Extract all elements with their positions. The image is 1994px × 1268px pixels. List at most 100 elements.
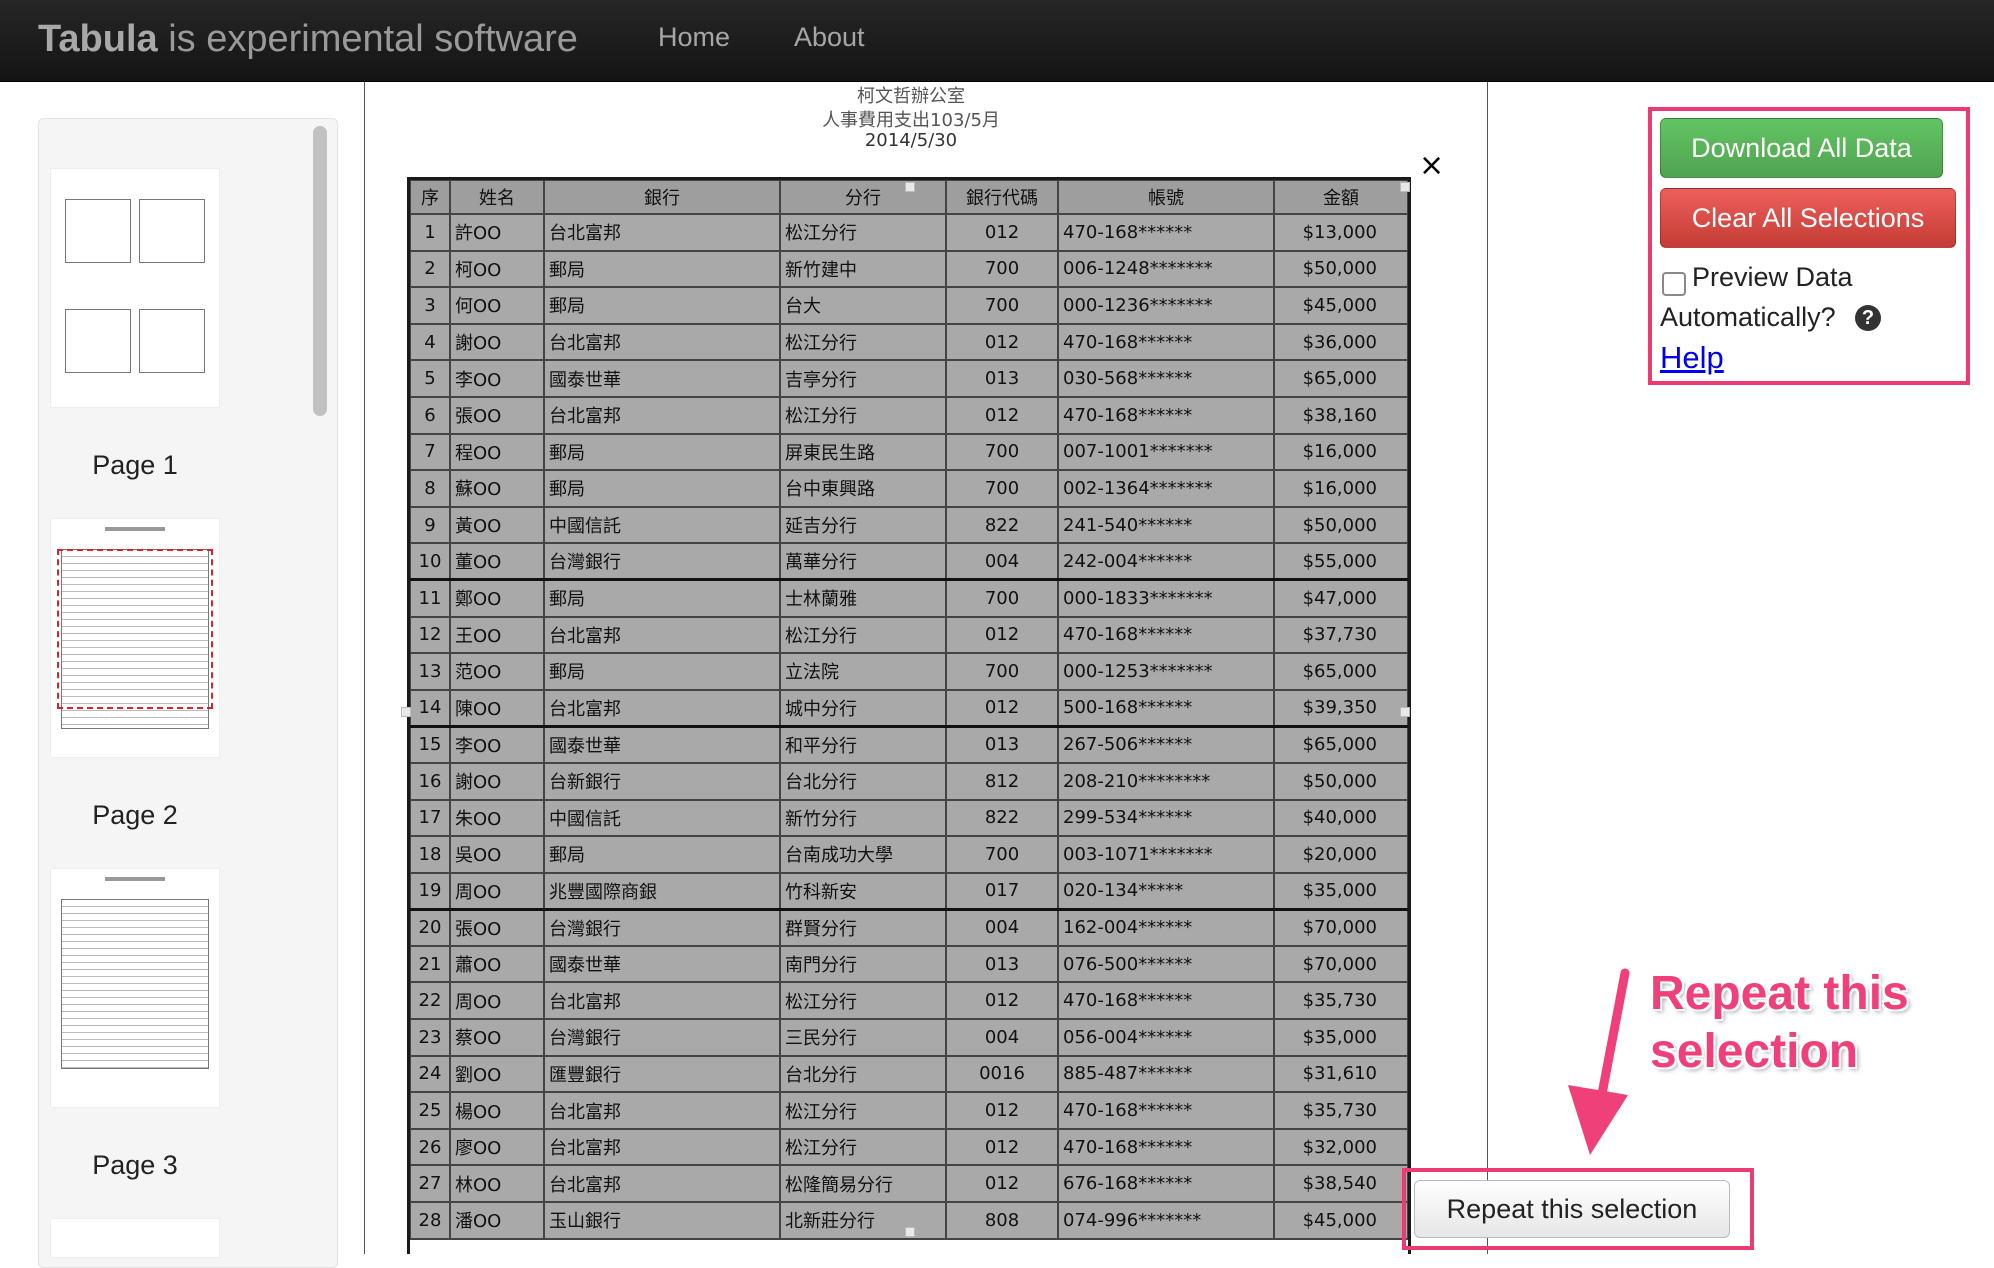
cell-amount: $50,000 — [1273, 761, 1409, 801]
document-view[interactable]: 柯文哲辦公室 人事費用支出103/5月 2014/5/30 × 序 姓名 銀行 … — [364, 82, 1488, 1254]
nav-home-link[interactable]: Home — [658, 22, 730, 53]
cell-name: 張OO — [449, 395, 545, 435]
resize-handle[interactable] — [905, 182, 915, 192]
cell-branch: 松江分行 — [779, 1127, 947, 1167]
cell-bank: 台北富邦 — [543, 1127, 781, 1167]
page-2-thumbnail[interactable] — [50, 518, 220, 758]
resize-handle[interactable] — [401, 707, 411, 717]
cell-branch: 萬華分行 — [779, 542, 947, 581]
cell-branch: 新竹建中 — [779, 249, 947, 289]
column-header: 序 — [409, 179, 451, 215]
cell-index: 5 — [409, 359, 451, 398]
annotation-callout: Repeat this selection — [1650, 965, 1909, 1081]
cell-bank: 玉山銀行 — [543, 1201, 781, 1240]
cell-index: 13 — [409, 652, 451, 691]
cell-bank: 台北富邦 — [543, 1091, 781, 1130]
cell-branch: 延吉分行 — [779, 505, 947, 545]
brand-bold: Tabula — [38, 18, 158, 60]
cell-index: 27 — [409, 1164, 451, 1204]
cell-name: 楊OO — [449, 1091, 545, 1130]
cell-bank: 中國信託 — [543, 798, 781, 838]
cell-account: 000-1253******* — [1057, 652, 1275, 691]
cell-index: 20 — [409, 907, 451, 947]
cell-index: 4 — [409, 322, 451, 362]
page-1-thumbnail[interactable] — [50, 168, 220, 408]
cell-bank-code: 013 — [945, 724, 1059, 764]
cell-index: 23 — [409, 1018, 451, 1057]
arrow-down-icon — [1568, 968, 1630, 1155]
cell-name: 范OO — [449, 652, 545, 691]
thumbnails-scrollbar[interactable] — [313, 126, 327, 416]
table-row: 21 蕭OO 國泰世華 南門分行 013 076-500****** $70,000 — [409, 944, 1409, 984]
brand[interactable]: Tabula is experimental software — [38, 18, 578, 61]
cell-bank-code: 700 — [945, 432, 1059, 472]
page-4-thumbnail[interactable] — [50, 1218, 220, 1258]
cell-bank: 台灣銀行 — [543, 1018, 781, 1057]
preview-data-checkbox[interactable] — [1662, 272, 1686, 296]
help-link[interactable]: Help — [1660, 340, 1724, 376]
table-row: 15 李OO 國泰世華 和平分行 013 267-506****** $65,000 — [409, 724, 1409, 764]
cell-amount: $37,730 — [1273, 615, 1409, 655]
cell-bank: 郵局 — [543, 469, 781, 508]
table-row: 25 楊OO 台北富邦 松江分行 012 470-168****** $35,730 — [409, 1091, 1409, 1130]
cell-index: 7 — [409, 432, 451, 472]
table-row: 2 柯OO 郵局 新竹建中 700 006-1248******* $50,000 — [409, 249, 1409, 289]
cell-bank: 台北富邦 — [543, 322, 781, 362]
cell-amount: $40,000 — [1273, 798, 1409, 838]
cell-account: 000-1833******* — [1057, 578, 1275, 618]
cell-index: 17 — [409, 798, 451, 838]
cell-account: 267-506****** — [1057, 724, 1275, 764]
column-header: 姓名 — [449, 179, 545, 215]
close-icon[interactable]: × — [1419, 148, 1444, 183]
resize-handle[interactable] — [1400, 707, 1410, 717]
cell-name: 何OO — [449, 286, 545, 325]
cell-amount: $36,000 — [1273, 322, 1409, 362]
cell-amount: $35,730 — [1273, 1091, 1409, 1130]
cell-bank-code: 012 — [945, 1164, 1059, 1204]
cell-account: 003-1071******* — [1057, 835, 1275, 874]
cell-index: 28 — [409, 1201, 451, 1240]
cell-bank-code: 004 — [945, 1018, 1059, 1057]
table-row: 23 蔡OO 台灣銀行 三民分行 004 056-004****** $35,000 — [409, 1018, 1409, 1057]
cell-account: 470-168****** — [1057, 1127, 1275, 1167]
cell-name: 董OO — [449, 542, 545, 581]
cell-bank-code: 700 — [945, 469, 1059, 508]
cell-name: 蔡OO — [449, 1018, 545, 1057]
cell-bank-code: 017 — [945, 871, 1059, 911]
mini-title — [105, 877, 165, 881]
cell-bank: 台北富邦 — [543, 1164, 781, 1204]
cell-branch: 台中東興路 — [779, 469, 947, 508]
page-3-label: Page 3 — [92, 1150, 178, 1180]
table-row: 7 程OO 郵局 屏東民生路 700 007-1001******* $16,000 — [409, 432, 1409, 472]
cell-branch: 台大 — [779, 286, 947, 325]
table-row: 16 謝OO 台新銀行 台北分行 812 208-210******** $50,000 — [409, 761, 1409, 801]
question-circle-icon[interactable]: ? — [1855, 305, 1881, 331]
cell-amount: $16,000 — [1273, 469, 1409, 508]
resize-handle[interactable] — [1400, 182, 1410, 192]
cell-bank: 台灣銀行 — [543, 542, 781, 581]
clear-all-selections-button[interactable]: Clear All Selections — [1660, 188, 1956, 248]
download-all-data-button[interactable]: Download All Data — [1660, 118, 1943, 178]
cell-branch: 士林蘭雅 — [779, 578, 947, 618]
cell-account: 208-210******** — [1057, 761, 1275, 801]
cell-branch: 松江分行 — [779, 213, 947, 252]
repeat-this-selection-button[interactable]: Repeat this selection — [1414, 1180, 1730, 1238]
nav-about-link[interactable]: About — [794, 22, 865, 53]
selected-table[interactable]: 序 姓名 銀行 分行 銀行代碼 帳號 金額 1 許OO 台北富邦 松江分行 012 470… — [409, 179, 1409, 1240]
table-row: 22 周OO 台北富邦 松江分行 012 470-168****** $35,730 — [409, 981, 1409, 1021]
cell-account: 242-004****** — [1057, 542, 1275, 581]
cell-amount: $13,000 — [1273, 213, 1409, 252]
table-row: 9 黃OO 中國信託 延吉分行 822 241-540****** $50,000 — [409, 505, 1409, 545]
cell-bank-code: 012 — [945, 395, 1059, 435]
table-row: 13 范OO 郵局 立法院 700 000-1253******* $65,000 — [409, 652, 1409, 691]
cell-bank-code: 700 — [945, 835, 1059, 874]
cell-amount: $39,350 — [1273, 688, 1409, 728]
cell-bank: 郵局 — [543, 578, 781, 618]
cell-bank: 兆豐國際商銀 — [543, 871, 781, 911]
cell-name: 吳OO — [449, 835, 545, 874]
page-3-thumbnail[interactable] — [50, 868, 220, 1108]
cell-name: 謝OO — [449, 761, 545, 801]
cell-amount: $32,000 — [1273, 1127, 1409, 1167]
cell-account: 074-996******* — [1057, 1201, 1275, 1240]
resize-handle[interactable] — [905, 1227, 915, 1237]
